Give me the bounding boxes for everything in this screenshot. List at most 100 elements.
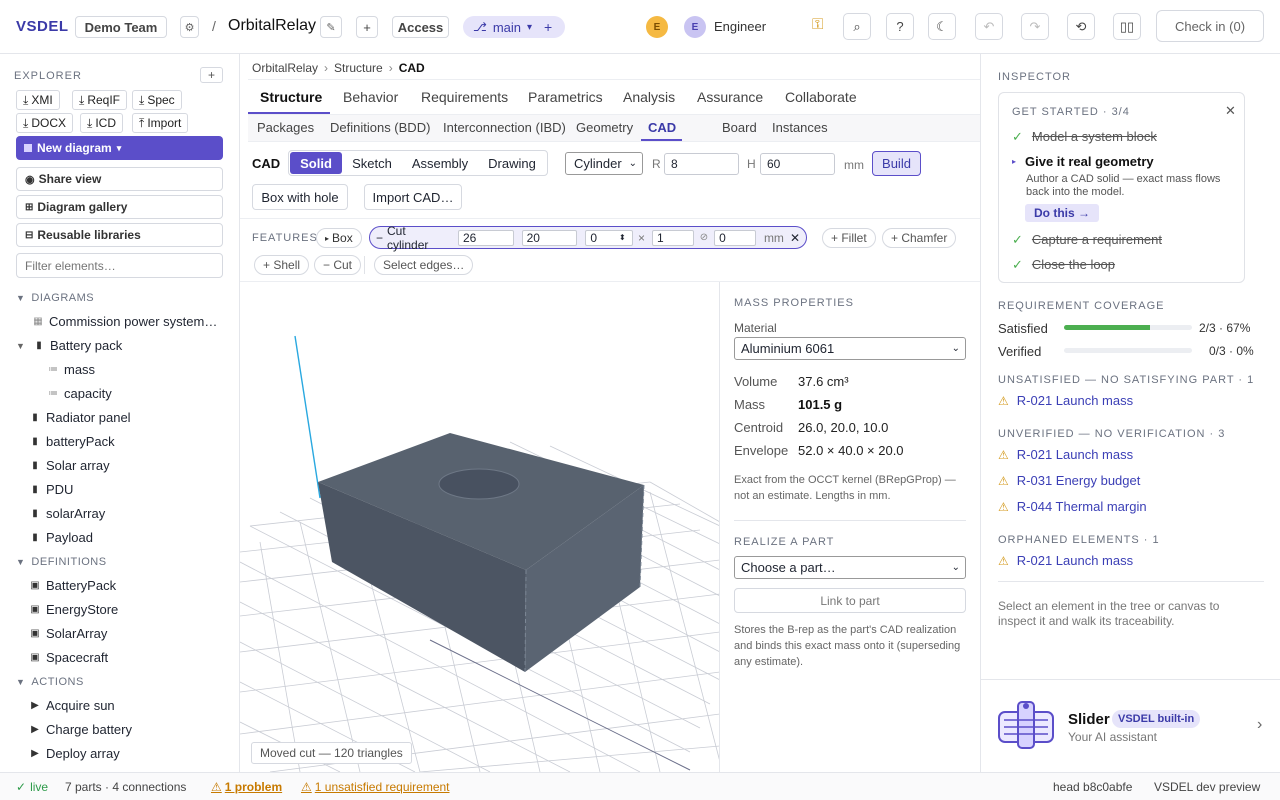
requirement-link[interactable]: ⚠ R-021 Launch mass [998, 393, 1133, 408]
cut-y-input[interactable]: 20 [521, 229, 578, 246]
tree-group-actions[interactable]: ▼ ACTIONS [16, 676, 84, 688]
tree-item[interactable]: ≔ mass [48, 362, 95, 377]
tree-group-definitions[interactable]: ▼ DEFINITIONS [16, 556, 107, 568]
link-to-part-button[interactable]: Link to part [734, 588, 966, 613]
tree-item[interactable]: ▶ Charge battery [30, 722, 132, 737]
tree-item[interactable]: ▼ ▮ Battery pack [16, 338, 122, 353]
problems-link[interactable]: ⚠ 1 problem [211, 780, 282, 794]
add-fillet-button[interactable]: + Fillet [822, 228, 876, 248]
new-branch-icon[interactable]: + [544, 19, 552, 35]
requirement-link[interactable]: ⚠ R-044 Thermal margin [998, 499, 1147, 514]
height-input[interactable]: 60 [760, 153, 835, 175]
mode-drawing-button[interactable]: Drawing [478, 152, 546, 174]
subtab-definitions[interactable]: Definitions (BDD) [330, 120, 430, 135]
tab-collaborate[interactable]: Collaborate [785, 89, 857, 105]
feature-box-chip[interactable]: ▸ Box [316, 228, 362, 248]
export-icd-button[interactable]: ⤓ ICD [80, 113, 123, 133]
team-settings-button[interactable]: ⚙ [180, 16, 199, 38]
share-view-button[interactable]: ◉ Share view [16, 167, 223, 191]
do-this-button[interactable]: Do this → [1025, 204, 1099, 222]
mode-assembly-button[interactable]: Assembly [402, 152, 478, 174]
subtab-interconnection[interactable]: Interconnection (IBD) [443, 120, 566, 135]
tree-item[interactable]: ▦ Commission power system… [33, 314, 217, 329]
subtab-board[interactable]: Board [722, 120, 757, 135]
avatar[interactable]: E [684, 16, 706, 38]
tab-structure[interactable]: Structure [260, 89, 322, 105]
tree-item[interactable]: ▮ PDU [30, 482, 73, 497]
filter-elements-input[interactable] [16, 253, 223, 278]
import-button[interactable]: ⤒ Import [132, 113, 189, 133]
box-with-hole-button[interactable]: Box with hole [252, 184, 348, 210]
subtab-instances[interactable]: Instances [772, 120, 828, 135]
requirement-link[interactable]: ⚠ R-021 Launch mass [998, 447, 1133, 462]
avatar[interactable]: E [646, 16, 668, 38]
tree-item[interactable]: ▶ Deploy array [30, 746, 120, 761]
material-select[interactable]: Aluminium 6061 ⌄ [734, 337, 966, 360]
tree-item[interactable]: ▮ Radiator panel [30, 410, 130, 425]
breadcrumb-item[interactable]: OrbitalRelay [252, 61, 318, 75]
theme-toggle[interactable]: ☾ [928, 13, 956, 40]
rename-project-button[interactable]: ✎ [320, 16, 342, 38]
team-selector[interactable]: Demo Team [75, 16, 167, 38]
cut-x-input[interactable]: 26 [457, 229, 514, 246]
search-button[interactable]: ⌕ [843, 13, 871, 40]
redo-button[interactable]: ↷ [1021, 13, 1049, 40]
app-logo[interactable]: VSDEL [16, 18, 69, 35]
requirement-link[interactable]: ⚠ R-031 Energy budget [998, 473, 1140, 488]
tab-requirements[interactable]: Requirements [421, 89, 508, 105]
spinner-icon[interactable]: ⬍ [619, 233, 631, 242]
tree-item[interactable]: ▶ Acquire sun [30, 698, 115, 713]
cad-viewport[interactable]: Moved cut — 120 triangles [240, 282, 720, 772]
undo-button[interactable]: ↶ [975, 13, 1003, 40]
build-button[interactable]: Build [872, 151, 921, 176]
explorer-add-button[interactable]: + [200, 67, 223, 83]
add-shell-button[interactable]: + Shell [254, 255, 310, 275]
part-select[interactable]: Choose a part… ⌄ [734, 556, 966, 579]
export-docx-button[interactable]: ⤓ DOCX [16, 113, 73, 133]
tree-group-diagrams[interactable]: ▼ DIAGRAMS [16, 292, 94, 304]
tree-item[interactable]: ▮ Payload [30, 530, 93, 545]
tree-item[interactable]: ▣ EnergyStore [30, 602, 118, 617]
diagram-gallery-button[interactable]: ⊞ Diagram gallery [16, 195, 223, 219]
tree-item[interactable]: ▣ SolarArray [30, 626, 107, 641]
tab-assurance[interactable]: Assurance [697, 89, 763, 105]
export-xmi-button[interactable]: ⤓ XMI [16, 90, 60, 110]
mode-sketch-button[interactable]: Sketch [342, 152, 402, 174]
breadcrumb-item[interactable]: Structure [334, 61, 383, 75]
key-icon[interactable]: ⚿ [812, 16, 823, 33]
access-button[interactable]: Access [392, 16, 449, 38]
add-chamfer-button[interactable]: + Chamfer [882, 228, 957, 248]
select-edges-button[interactable]: Select edges… [374, 255, 474, 275]
close-icon[interactable]: ✕ [1225, 103, 1236, 119]
cut-angle-input[interactable]: 0 [714, 229, 756, 246]
help-button[interactable]: ? [886, 13, 914, 40]
tree-item[interactable]: ▮ Solar array [30, 458, 109, 473]
cut-dir-input[interactable]: 1 [651, 229, 694, 246]
add-cut-button[interactable]: − Cut [314, 255, 362, 275]
export-reqif-button[interactable]: ⤓ ReqIF [72, 90, 127, 110]
unsatisfied-link[interactable]: ⚠ 1 unsatisfied requirement [301, 780, 450, 794]
shape-select[interactable]: Cylinder ⌄ [565, 152, 643, 175]
feature-cut-cylinder[interactable]: − Cut cylinder 26 20 0 ⬍ × 1 ⊘ 0 mm ✕ [369, 224, 807, 252]
assistant-card[interactable]: Slider VSDEL built-in Your AI assistant … [981, 680, 1280, 772]
import-cad-button[interactable]: Import CAD… [364, 184, 462, 210]
subtab-packages[interactable]: Packages [257, 120, 314, 135]
reusable-libraries-button[interactable]: ⊟ Reusable libraries [16, 223, 223, 247]
radius-input[interactable]: 8 [664, 153, 739, 175]
project-name[interactable]: OrbitalRelay [228, 17, 316, 35]
tree-item[interactable]: ▣ Spacecraft [30, 650, 108, 665]
docs-button[interactable]: ▯▯ [1113, 13, 1141, 40]
mode-solid-button[interactable]: Solid [290, 152, 342, 174]
tree-item[interactable]: ▮ batteryPack [30, 434, 114, 449]
tab-behavior[interactable]: Behavior [343, 89, 398, 105]
requirement-link[interactable]: ⚠ R-021 Launch mass [998, 553, 1133, 568]
add-button[interactable]: + [356, 16, 378, 38]
checkin-button[interactable]: Check in (0) [1156, 10, 1264, 42]
tree-item[interactable]: ≔ capacity [48, 386, 112, 401]
new-diagram-button[interactable]: New diagram ▾ [16, 136, 223, 160]
subtab-cad[interactable]: CAD [648, 120, 676, 135]
close-icon[interactable]: ✕ [790, 231, 800, 245]
tab-parametrics[interactable]: Parametrics [528, 89, 603, 105]
tree-item[interactable]: ▣ BatteryPack [30, 578, 116, 593]
subtab-geometry[interactable]: Geometry [576, 120, 633, 135]
